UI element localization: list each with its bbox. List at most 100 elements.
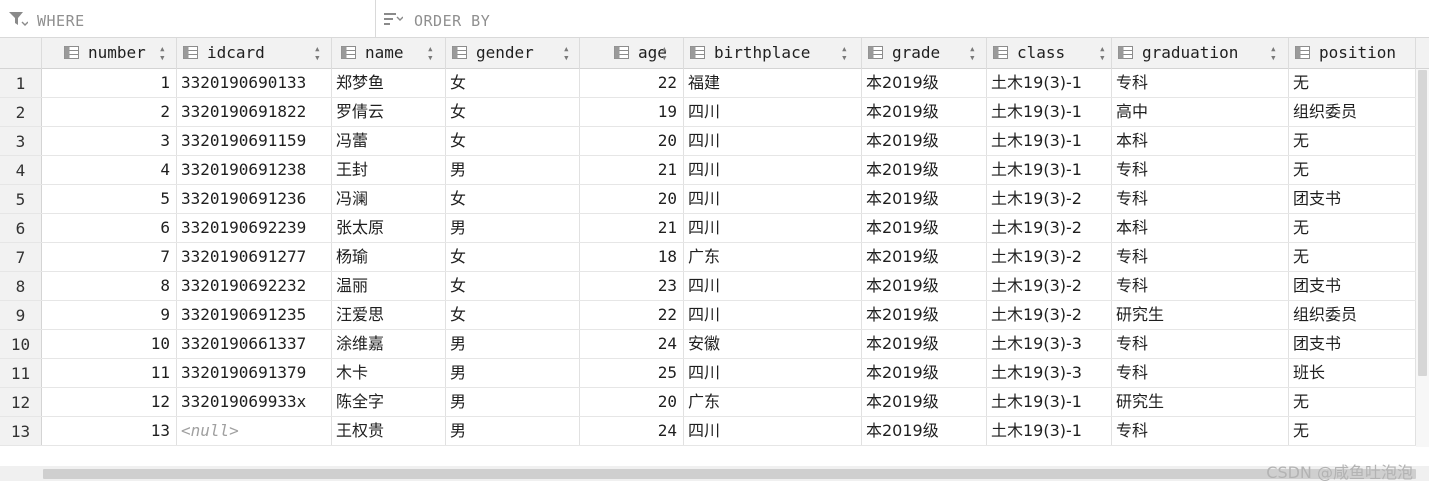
- cell-birthplace[interactable]: 四川: [684, 214, 862, 242]
- sort-toggle-icon[interactable]: ▴ ▾: [969, 43, 976, 63]
- cell-idcard[interactable]: 3320190691238: [177, 156, 332, 184]
- cell-position[interactable]: 组织委员: [1289, 98, 1416, 126]
- cell-name[interactable]: 郑梦鱼: [332, 69, 446, 97]
- cell-position[interactable]: 组织委员: [1289, 301, 1416, 329]
- cell-gender[interactable]: 男: [446, 417, 580, 445]
- cell-idcard[interactable]: 3320190691159: [177, 127, 332, 155]
- vertical-scrollbar-thumb[interactable]: [1418, 70, 1427, 376]
- cell-name[interactable]: 温丽: [332, 272, 446, 300]
- cell-grade[interactable]: 本2019级: [862, 98, 987, 126]
- cell-age[interactable]: 19: [580, 98, 684, 126]
- cell-name[interactable]: 王权贵: [332, 417, 446, 445]
- cell-age[interactable]: 18: [580, 243, 684, 271]
- table-row[interactable]: 9 3320190691235 汪爱思女 22 四川 本2019级 土木19(3)-2 研究生…: [0, 301, 1416, 330]
- cell-graduation[interactable]: 专科: [1112, 272, 1289, 300]
- cell-position[interactable]: 无: [1289, 388, 1416, 416]
- sort-toggle-icon[interactable]: ▴ ▾: [661, 43, 668, 63]
- cell-class[interactable]: 土木19(3)-2: [987, 301, 1112, 329]
- cell-name[interactable]: 杨瑜: [332, 243, 446, 271]
- cell-age[interactable]: 21: [580, 156, 684, 184]
- cell-idcard[interactable]: 3320190661337: [177, 330, 332, 358]
- cell-name[interactable]: 王封: [332, 156, 446, 184]
- cell-position[interactable]: 团支书: [1289, 185, 1416, 213]
- cell-number[interactable]: 13: [42, 417, 177, 445]
- cell-grade[interactable]: 本2019级: [862, 417, 987, 445]
- row-number-header[interactable]: [0, 38, 42, 69]
- cell-gender[interactable]: 男: [446, 359, 580, 387]
- table-row[interactable]: 11 3320190691379 木卡男 25 四川 本2019级 土木19(3)-3 专科班…: [0, 359, 1416, 388]
- column-header-idcard[interactable]: idcard ▴ ▾: [177, 38, 332, 69]
- cell-grade[interactable]: 本2019级: [862, 388, 987, 416]
- cell-number[interactable]: 6: [42, 214, 177, 242]
- cell-gender[interactable]: 女: [446, 185, 580, 213]
- cell-number[interactable]: 10: [42, 330, 177, 358]
- table-row[interactable]: 10 3320190661337 涂维嘉男 24 安徽 本2019级 土木19(3)-3 专科…: [0, 330, 1416, 359]
- cell-class[interactable]: 土木19(3)-1: [987, 156, 1112, 184]
- table-row[interactable]: 8 3320190692232 温丽女 23 四川 本2019级 土木19(3)-2 专科 团支…: [0, 272, 1416, 301]
- cell-birthplace[interactable]: 四川: [684, 272, 862, 300]
- cell-age[interactable]: 24: [580, 417, 684, 445]
- cell-gender[interactable]: 男: [446, 214, 580, 242]
- cell-gender[interactable]: 男: [446, 388, 580, 416]
- cell-grade[interactable]: 本2019级: [862, 330, 987, 358]
- column-header-name[interactable]: name ▴ ▾: [332, 38, 446, 69]
- sort-toggle-icon[interactable]: ▴ ▾: [1099, 43, 1106, 63]
- column-header-class[interactable]: class ▴ ▾: [987, 38, 1112, 69]
- cell-position[interactable]: 无: [1289, 127, 1416, 155]
- cell-position[interactable]: 团支书: [1289, 272, 1416, 300]
- cell-idcard[interactable]: 3320190692239: [177, 214, 332, 242]
- cell-position[interactable]: 无: [1289, 156, 1416, 184]
- cell-idcard[interactable]: 3320190691236: [177, 185, 332, 213]
- cell-position[interactable]: 无: [1289, 69, 1416, 97]
- cell-birthplace[interactable]: 四川: [684, 98, 862, 126]
- sort-toggle-icon[interactable]: ▴ ▾: [1270, 43, 1277, 63]
- cell-graduation[interactable]: 专科: [1112, 359, 1289, 387]
- column-header-position[interactable]: position: [1289, 38, 1416, 69]
- cell-gender[interactable]: 男: [446, 330, 580, 358]
- cell-graduation[interactable]: 专科: [1112, 417, 1289, 445]
- cell-age[interactable]: 20: [580, 388, 684, 416]
- horizontal-scrollbar-thumb[interactable]: [43, 469, 1416, 479]
- cell-graduation[interactable]: 高中: [1112, 98, 1289, 126]
- cell-class[interactable]: 土木19(3)-3: [987, 359, 1112, 387]
- cell-grade[interactable]: 本2019级: [862, 185, 987, 213]
- cell-grade[interactable]: 本2019级: [862, 243, 987, 271]
- cell-name[interactable]: 陈全字: [332, 388, 446, 416]
- cell-name[interactable]: 涂维嘉: [332, 330, 446, 358]
- cell-age[interactable]: 25: [580, 359, 684, 387]
- cell-position[interactable]: 团支书: [1289, 330, 1416, 358]
- cell-birthplace[interactable]: 广东: [684, 388, 862, 416]
- cell-gender[interactable]: 女: [446, 243, 580, 271]
- cell-idcard[interactable]: 3320190691235: [177, 301, 332, 329]
- cell-graduation[interactable]: 研究生: [1112, 388, 1289, 416]
- cell-class[interactable]: 土木19(3)-1: [987, 69, 1112, 97]
- cell-name[interactable]: 张太原: [332, 214, 446, 242]
- cell-birthplace[interactable]: 四川: [684, 127, 862, 155]
- cell-number[interactable]: 11: [42, 359, 177, 387]
- cell-birthplace[interactable]: 广东: [684, 243, 862, 271]
- cell-class[interactable]: 土木19(3)-1: [987, 417, 1112, 445]
- cell-idcard[interactable]: 3320190691379: [177, 359, 332, 387]
- cell-number[interactable]: 5: [42, 185, 177, 213]
- cell-name[interactable]: 木卡: [332, 359, 446, 387]
- cell-number[interactable]: 3: [42, 127, 177, 155]
- cell-graduation[interactable]: 专科: [1112, 185, 1289, 213]
- cell-class[interactable]: 土木19(3)-2: [987, 214, 1112, 242]
- cell-age[interactable]: 21: [580, 214, 684, 242]
- cell-graduation[interactable]: 研究生: [1112, 301, 1289, 329]
- table-row[interactable]: 4 3320190691238 王封男 21 四川 本2019级 土木19(3)-1 专科无: [0, 156, 1416, 185]
- cell-grade[interactable]: 本2019级: [862, 127, 987, 155]
- cell-number[interactable]: 12: [42, 388, 177, 416]
- cell-position[interactable]: 无: [1289, 417, 1416, 445]
- cell-birthplace[interactable]: 四川: [684, 156, 862, 184]
- cell-grade[interactable]: 本2019级: [862, 301, 987, 329]
- table-row[interactable]: 12 332019069933x 陈全字男 20 广东 本2019级 土木19(3)-1 研究…: [0, 388, 1416, 417]
- column-header-grade[interactable]: grade ▴ ▾: [862, 38, 987, 69]
- cell-idcard[interactable]: <null>: [177, 417, 332, 445]
- table-row[interactable]: 1 3320190690133 郑梦鱼女 22 福建 本2019级 土木19(3)-1 专科无: [0, 69, 1416, 98]
- cell-birthplace[interactable]: 安徽: [684, 330, 862, 358]
- cell-name[interactable]: 冯蕾: [332, 127, 446, 155]
- sort-toggle-icon[interactable]: ▴ ▾: [563, 43, 570, 63]
- cell-age[interactable]: 22: [580, 301, 684, 329]
- column-header-graduation[interactable]: graduation ▴ ▾: [1112, 38, 1289, 69]
